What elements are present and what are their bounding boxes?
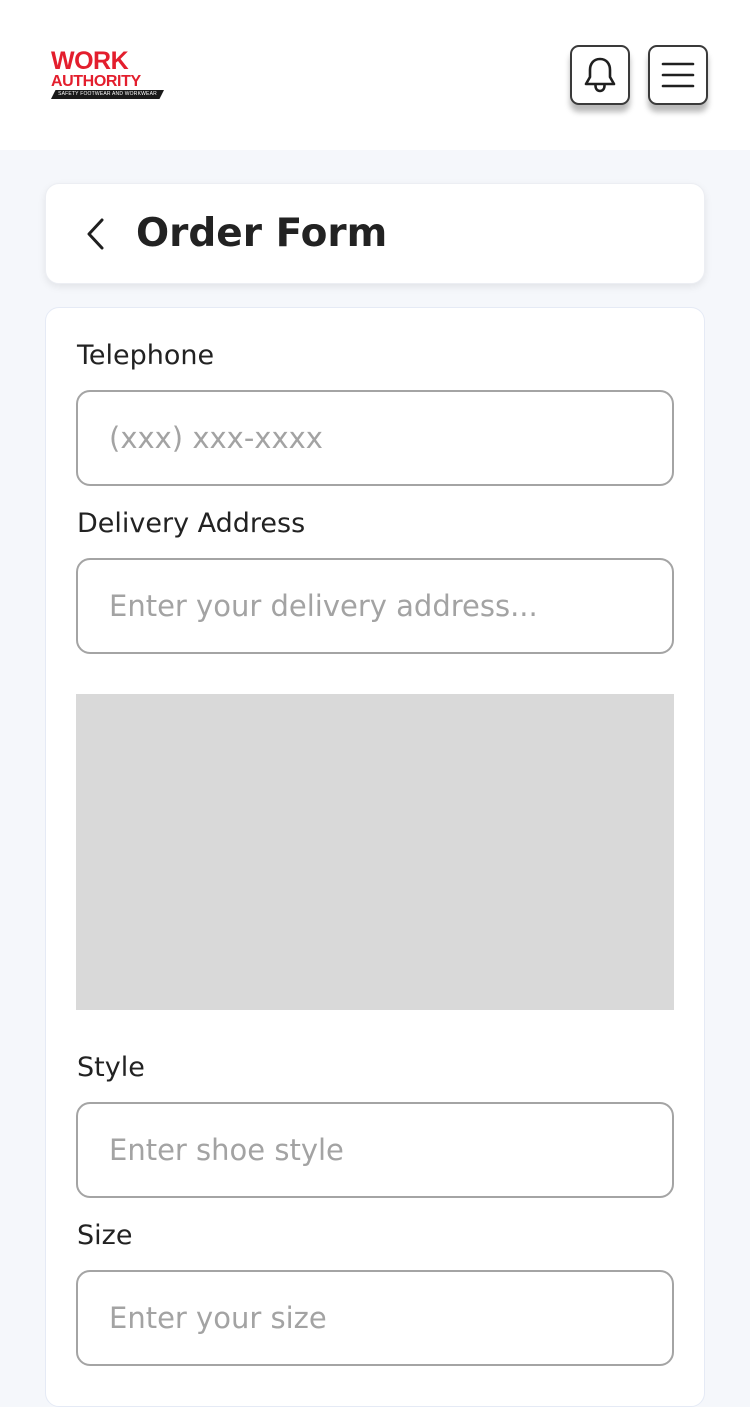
menu-button[interactable]	[648, 45, 708, 105]
telephone-input[interactable]	[76, 390, 674, 486]
logo-text-work: WORK	[51, 47, 129, 75]
size-input[interactable]	[76, 1270, 674, 1366]
style-label: Style	[77, 1052, 145, 1083]
logo-tagline: SAFETY FOOTWEAR AND WORKWEAR	[51, 90, 164, 99]
size-label: Size	[77, 1220, 133, 1251]
bell-icon	[582, 56, 618, 94]
delivery-address-label: Delivery Address	[77, 508, 306, 539]
logo-text-authority: AUTHORITY	[51, 73, 141, 90]
page-title: Order Form	[136, 211, 388, 256]
work-authority-logo[interactable]: WORK AUTHORITY SAFETY FOOTWEAR AND WORKW…	[51, 47, 165, 100]
chevron-left-icon	[86, 217, 106, 251]
map-placeholder[interactable]	[76, 694, 674, 1010]
back-button[interactable]	[76, 213, 116, 255]
shoe-style-input[interactable]	[76, 1102, 674, 1198]
telephone-label: Telephone	[77, 340, 215, 371]
delivery-address-input[interactable]	[76, 558, 674, 654]
notifications-button[interactable]	[570, 45, 630, 105]
hamburger-menu-icon	[661, 62, 695, 88]
app-header: WORK AUTHORITY SAFETY FOOTWEAR AND WORKW…	[0, 0, 750, 150]
